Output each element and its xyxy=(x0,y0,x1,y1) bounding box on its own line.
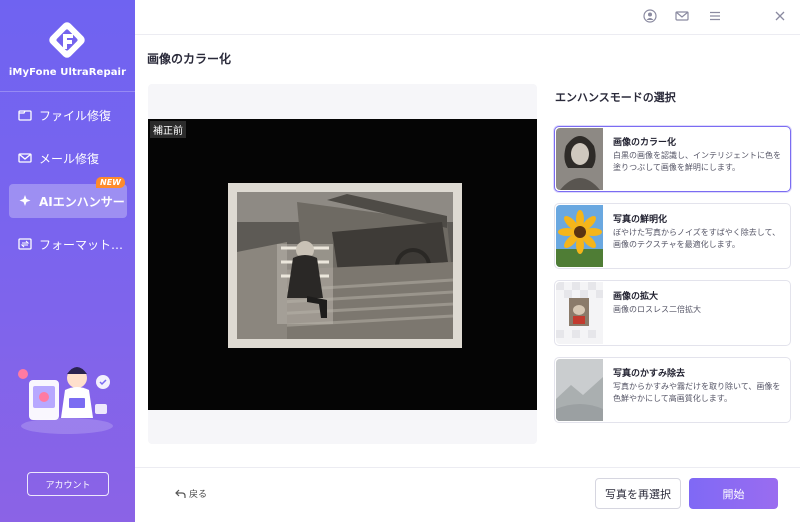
sidebar-item-mail-repair[interactable]: メール修復 xyxy=(9,141,127,175)
sidebar-item-format-convert[interactable]: フォーマット… xyxy=(9,227,127,261)
mode-section-title: エンハンスモードの選択 xyxy=(555,91,676,104)
sidebar-divider xyxy=(0,91,135,92)
app-logo-icon xyxy=(49,22,85,58)
upscale-thumbnail xyxy=(556,282,603,344)
start-button[interactable]: 開始 xyxy=(689,478,778,509)
mode-desc: 白黒の画像を認識し、インテリジェントに色を塗りつぶして画像を鮮明にします。 xyxy=(613,151,781,172)
mode-card-upscale[interactable]: 画像の拡大 画像のロスレス二倍拡大 xyxy=(554,280,791,346)
mode-name: 写真のかすみ除去 xyxy=(613,369,686,379)
mail-icon[interactable] xyxy=(674,8,690,24)
new-badge: NEW xyxy=(96,177,125,188)
mode-desc: ぼやけた写真からノイズをすばやく除去して、画像のテクスチャを最適化します。 xyxy=(613,228,781,249)
sidebar: iMyFone UltraRepair ファイル修復 メール修復 AIエンハンサ… xyxy=(0,0,135,522)
reselect-photo-button[interactable]: 写真を再選択 xyxy=(595,478,681,509)
mode-card-dehaze[interactable]: 写真のかすみ除去 写真からかすみや霧だけを取り除いて、画像を色鮮やかにして高画質… xyxy=(554,357,791,423)
sidebar-item-file-repair[interactable]: ファイル修復 xyxy=(9,98,127,132)
sidebar-item-ai-enhancer[interactable]: AIエンハンサー NEW xyxy=(9,177,127,218)
mode-desc: 写真からかすみや霧だけを取り除いて、画像を色鮮やかにして高画質化します。 xyxy=(613,382,781,403)
sidebar-illustration xyxy=(18,367,113,434)
mail-repair-icon xyxy=(17,150,33,166)
mode-name: 画像の拡大 xyxy=(613,292,659,302)
before-label: 補正前 xyxy=(150,121,186,138)
colorize-thumbnail xyxy=(556,128,603,190)
bottom-divider xyxy=(135,467,800,468)
sidebar-item-label: メール修復 xyxy=(39,151,100,166)
back-label: 戻る xyxy=(189,490,208,500)
back-arrow-icon xyxy=(175,489,186,498)
format-convert-icon xyxy=(17,236,33,252)
back-button[interactable]: 戻る xyxy=(175,487,207,500)
preview-photo xyxy=(228,183,462,348)
mode-name: 画像のカラー化 xyxy=(613,138,677,148)
dehaze-thumbnail xyxy=(556,359,603,421)
sidebar-item-label: ファイル修復 xyxy=(39,108,112,123)
account-button[interactable]: アカウント xyxy=(27,472,109,496)
page-title: 画像のカラー化 xyxy=(147,52,232,66)
mode-card-colorize[interactable]: 画像のカラー化 白黒の画像を認識し、インテリジェントに色を塗りつぶして画像を鮮明… xyxy=(554,126,791,192)
bw-photo-image xyxy=(236,192,454,339)
file-repair-icon xyxy=(17,107,33,123)
mode-desc: 画像のロスレス二倍拡大 xyxy=(613,305,701,314)
account-icon[interactable] xyxy=(642,8,658,24)
sharpen-thumbnail xyxy=(556,205,603,267)
ai-enhancer-icon xyxy=(17,193,33,209)
mode-name: 写真の鮮明化 xyxy=(613,215,668,225)
menu-icon[interactable] xyxy=(707,8,723,24)
sidebar-item-label: AIエンハンサー xyxy=(39,194,125,209)
sidebar-item-label: フォーマット… xyxy=(39,237,124,252)
close-icon[interactable] xyxy=(772,8,788,24)
brand-name: iMyFone UltraRepair xyxy=(8,67,127,78)
mode-card-sharpen[interactable]: 写真の鮮明化 ぼやけた写真からノイズをすばやく除去して、画像のテクスチャを最適化… xyxy=(554,203,791,269)
top-divider xyxy=(135,34,800,35)
